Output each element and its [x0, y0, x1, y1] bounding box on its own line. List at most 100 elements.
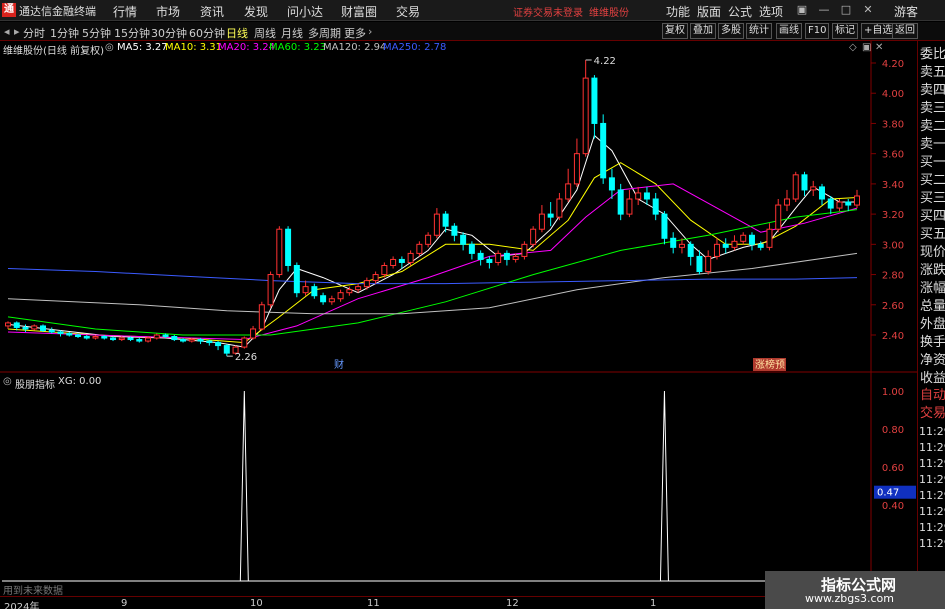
close-icon[interactable]: ✕ — [862, 4, 874, 16]
chart-shrink-icon[interactable]: ▣ — [862, 42, 871, 53]
menu-faxian[interactable]: 发现 — [244, 3, 268, 20]
date-label: 1 — [650, 598, 657, 609]
menu-zixun[interactable]: 资讯 — [200, 3, 224, 20]
candle-body — [398, 258, 405, 263]
quote-row-label: 外盘 — [920, 317, 945, 332]
indicator-toggle-icon[interactable]: ◎ — [3, 376, 12, 387]
candle-body — [5, 322, 11, 327]
legend-ma60: MA60: 3.23 — [269, 42, 327, 53]
chart-annotations: 4.22 2.26 财 涨榜预 — [226, 56, 786, 371]
indicator-tick-label: 0.60 — [882, 463, 904, 474]
candle-body — [302, 286, 309, 294]
candle-body — [573, 153, 580, 185]
candle-body — [591, 77, 598, 124]
tick-time: 11:29 — [919, 441, 945, 454]
menu-xuanxiang[interactable]: 选项 — [759, 3, 783, 20]
candle-body — [740, 234, 747, 242]
trade-mode-label[interactable]: 自动 — [920, 384, 945, 403]
btn-tongji[interactable]: 统计 — [746, 23, 772, 39]
candle-body — [696, 255, 703, 273]
price-tick-label: 4.00 — [882, 89, 904, 100]
xg-signal-spike — [239, 390, 249, 582]
candle-body — [276, 228, 283, 276]
tab-monthly[interactable]: 月线 — [281, 25, 303, 41]
indicator-value-badge: 0.47 — [877, 488, 899, 499]
btn-fuquan[interactable]: 复权 — [662, 23, 688, 39]
candle-body — [556, 198, 563, 218]
candle-body — [477, 252, 484, 260]
period-toolbar: ◂ ▸ 分时 1分钟 5分钟 15分钟 30分钟 60分钟 日线 周线 月线 多… — [0, 22, 945, 41]
menu-hangqing[interactable]: 行情 — [113, 3, 137, 20]
candle-body — [346, 289, 353, 294]
btn-huaxian[interactable]: 画线 — [776, 23, 802, 39]
price-tick-label: 2.40 — [882, 331, 904, 342]
candle-body — [241, 337, 248, 348]
candle-body — [180, 339, 187, 342]
quote-row-label: 委比 — [920, 47, 945, 62]
candle-body — [661, 213, 668, 239]
skin-icon[interactable]: ▣ — [796, 4, 808, 16]
chart-grid — [0, 41, 917, 596]
tick-time: 11:29 — [919, 457, 945, 470]
candle-body — [372, 274, 379, 282]
tab-daily[interactable]: 日线 — [226, 25, 248, 41]
quote-row-label: 净资 — [920, 353, 945, 368]
tab-multi-period[interactable]: 多周期 — [308, 25, 341, 41]
btn-fanhui[interactable]: 返回 — [892, 23, 918, 39]
legend-toggle-icon[interactable]: ◎ — [105, 42, 114, 53]
guest-login[interactable]: 游客 — [894, 3, 918, 20]
tab-weekly[interactable]: 周线 — [254, 25, 276, 41]
minimize-icon[interactable]: — — [818, 4, 830, 16]
candle-body — [433, 213, 440, 236]
btn-zixuan[interactable]: +自选 — [861, 23, 896, 39]
maximize-icon[interactable]: □ — [840, 4, 852, 16]
candle-body — [118, 337, 125, 341]
tab-5min[interactable]: 5分钟 — [82, 25, 111, 41]
date-label: 11 — [367, 598, 380, 609]
btn-diejia[interactable]: 叠加 — [690, 23, 716, 39]
candle-body — [13, 322, 20, 328]
quote-row-label: 卖四 — [920, 83, 945, 98]
candle-body — [127, 337, 134, 341]
menu-gongshi[interactable]: 公式 — [728, 3, 752, 20]
candle-body — [635, 192, 642, 200]
btn-biaoji[interactable]: 标记 — [832, 23, 858, 39]
candle-body — [206, 340, 213, 344]
xg-signal-spike — [659, 390, 669, 582]
candle-body — [836, 201, 843, 209]
chart-settings-icon[interactable]: ◇ — [849, 42, 857, 53]
tab-fenshi[interactable]: 分时 — [23, 25, 45, 41]
tab-more[interactable]: 更多 — [344, 25, 366, 41]
btn-f10[interactable]: F10 — [805, 23, 830, 39]
nav-back-icon[interactable]: ◂ — [4, 25, 10, 38]
moving-average-lines — [7, 134, 858, 348]
more-chevron-icon[interactable]: › — [368, 25, 372, 38]
menu-caifuquan[interactable]: 财富圈 — [341, 3, 377, 20]
candle-body — [495, 252, 502, 263]
trade-mode-label[interactable]: 交易 — [920, 402, 945, 421]
menu-shichang[interactable]: 市场 — [156, 3, 180, 20]
candle-body — [766, 228, 773, 248]
tab-15min[interactable]: 15分钟 — [114, 25, 150, 41]
menu-banmian[interactable]: 版面 — [697, 3, 721, 20]
login-status[interactable]: 证券交易未登录 — [513, 4, 583, 19]
indicator-pane: 1.00 0.80 0.60 0.40 0.47 — [2, 387, 916, 582]
rank-badge: 涨榜预 — [755, 358, 785, 371]
candle-body — [320, 295, 327, 303]
candle-body — [748, 234, 755, 245]
candle-body — [626, 198, 633, 215]
candle-body — [731, 240, 738, 248]
btn-duogu[interactable]: 多股 — [718, 23, 744, 39]
tab-1min[interactable]: 1分钟 — [50, 25, 79, 41]
chart-close-icon[interactable]: ✕ — [875, 42, 883, 53]
menu-gongneng[interactable]: 功能 — [666, 3, 690, 20]
tab-30min[interactable]: 30分钟 — [151, 25, 187, 41]
candle-body — [215, 342, 222, 347]
quote-row-label: 涨幅 — [920, 281, 945, 296]
menu-jiaoyi[interactable]: 交易 — [396, 3, 420, 20]
kline-chart[interactable]: 4.20 4.00 3.80 3.60 3.40 3.20 3.00 2.80 2.60 2.40… — [0, 41, 917, 596]
quote-row-label: 卖二 — [920, 119, 945, 134]
tab-60min[interactable]: 60分钟 — [189, 25, 225, 41]
nav-forward-icon[interactable]: ▸ — [14, 25, 20, 38]
menu-wenxiaoda[interactable]: 问小达 — [287, 3, 323, 20]
